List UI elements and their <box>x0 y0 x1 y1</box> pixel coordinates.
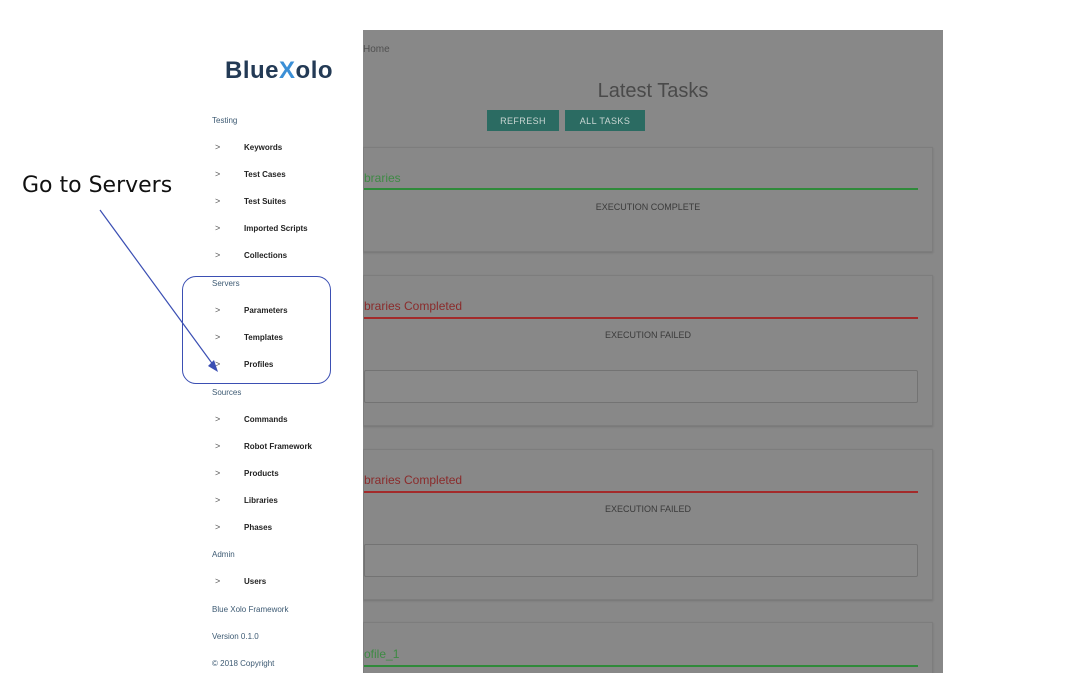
chevron-right-icon: > <box>215 196 221 206</box>
task-detail-field[interactable] <box>364 544 918 577</box>
chevron-right-icon: > <box>215 576 221 586</box>
sidebar-item-collections[interactable]: > Collections <box>212 250 352 265</box>
task-card[interactable]: braries Completed EXECUTION FAILED <box>363 449 933 600</box>
sidebar-item-robot-framework[interactable]: > Robot Framework <box>212 441 352 456</box>
section-sources: Sources <box>212 388 242 397</box>
task-card[interactable]: braries Completed EXECUTION FAILED <box>363 275 933 426</box>
task-detail-field[interactable] <box>364 370 918 403</box>
sidebar-item-products[interactable]: > Products <box>212 468 352 483</box>
main-content: Home Latest Tasks REFRESH ALL TASKS brar… <box>363 30 943 673</box>
task-card-title: braries Completed <box>364 473 463 487</box>
sidebar-item-users[interactable]: > Users <box>212 576 352 591</box>
footer-copyright: © 2018 Copyright <box>212 659 275 668</box>
breadcrumb[interactable]: Home <box>363 44 390 55</box>
section-testing: Testing <box>212 116 238 125</box>
chevron-right-icon: > <box>215 250 221 260</box>
sidebar-item-profiles[interactable]: > Profiles <box>212 359 352 374</box>
section-admin: Admin <box>212 550 235 559</box>
sidebar-item-test-cases[interactable]: > Test Cases <box>212 169 352 184</box>
sidebar-item-libraries[interactable]: > Libraries <box>212 495 352 510</box>
chevron-right-icon: > <box>215 142 221 152</box>
chevron-right-icon: > <box>215 522 221 532</box>
footer-version: Version 0.1.0 <box>212 632 259 641</box>
all-tasks-button[interactable]: ALL TASKS <box>565 110 645 131</box>
sidebar-item-imported-scripts[interactable]: > Imported Scripts <box>212 223 352 238</box>
sidebar-item-phases[interactable]: > Phases <box>212 522 352 537</box>
chevron-right-icon: > <box>215 169 221 179</box>
chevron-right-icon: > <box>215 468 221 478</box>
refresh-button[interactable]: REFRESH <box>487 110 559 131</box>
task-status: EXECUTION FAILED <box>604 504 692 514</box>
chevron-right-icon: > <box>215 441 221 451</box>
page-title: Latest Tasks <box>597 80 709 102</box>
task-card-title: ofile_1 <box>364 647 400 661</box>
app-window: Home Latest Tasks REFRESH ALL TASKS brar… <box>199 30 943 673</box>
task-card[interactable]: braries EXECUTION COMPLETE <box>363 147 933 252</box>
annotation-label: Go to Servers <box>22 173 173 198</box>
task-status: EXECUTION FAILED <box>604 330 692 340</box>
task-card-title: braries Completed <box>364 299 463 313</box>
status-rule <box>364 188 918 190</box>
sidebar-item-templates[interactable]: > Templates <box>212 332 352 347</box>
task-card[interactable]: ofile_1 <box>363 622 933 673</box>
sidebar: BlueXolo Testing > Keywords > Test Cases >… <box>199 30 363 673</box>
chevron-right-icon: > <box>215 414 221 424</box>
sidebar-item-commands[interactable]: > Commands <box>212 414 352 429</box>
chevron-right-icon: > <box>215 305 221 315</box>
task-status: EXECUTION COMPLETE <box>595 202 701 212</box>
chevron-right-icon: > <box>215 495 221 505</box>
sidebar-item-parameters[interactable]: > Parameters <box>212 305 352 320</box>
task-card-title: braries <box>364 171 401 185</box>
sidebar-item-keywords[interactable]: > Keywords <box>212 142 352 157</box>
status-rule <box>364 317 918 319</box>
section-servers: Servers <box>212 279 240 288</box>
status-rule <box>364 491 918 493</box>
status-rule <box>364 665 918 667</box>
footer-framework: Blue Xolo Framework <box>212 605 289 614</box>
bluexolo-logo[interactable]: BlueXolo <box>225 57 333 85</box>
sidebar-item-test-suites[interactable]: > Test Suites <box>212 196 352 211</box>
chevron-right-icon: > <box>215 332 221 342</box>
chevron-right-icon: > <box>215 223 221 233</box>
chevron-right-icon: > <box>215 359 221 369</box>
